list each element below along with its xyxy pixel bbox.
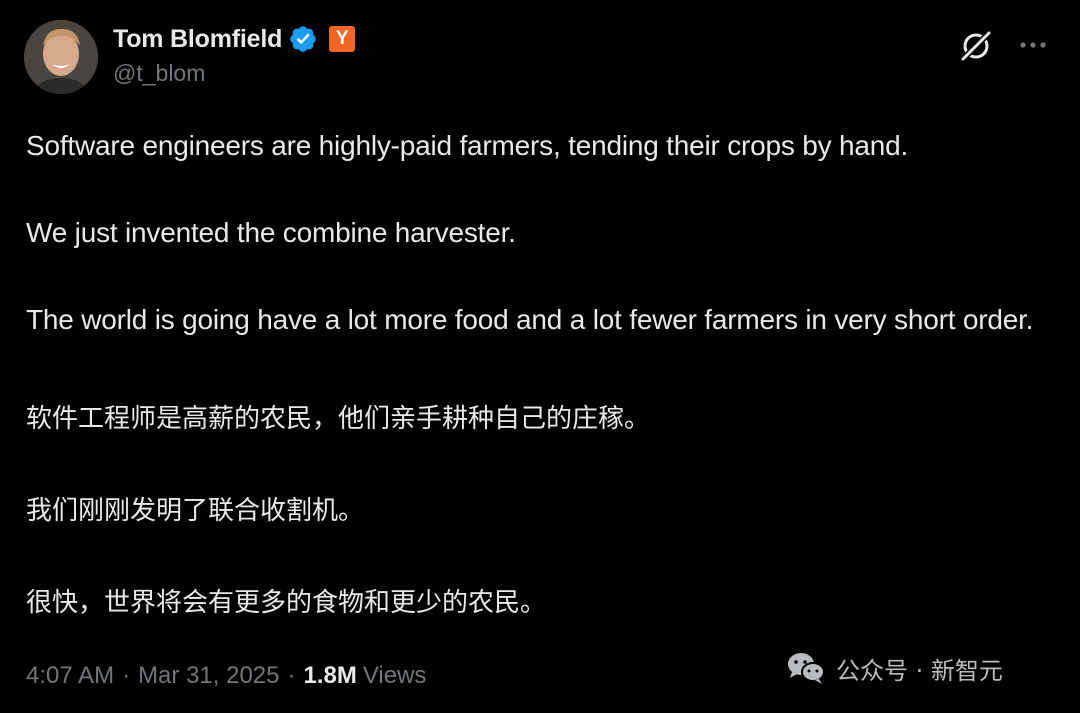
views-label: Views: [362, 662, 427, 689]
tweet-text: Software engineers are highly-paid farme…: [26, 124, 1066, 342]
avatar[interactable]: [24, 20, 98, 94]
tweet-card: Tom Blomfield Y @t_blom Software enginee…: [0, 0, 1080, 713]
wechat-watermark: 公众号 · 新智元: [786, 650, 1003, 686]
views-count[interactable]: 1.8M: [303, 662, 356, 690]
username-handle[interactable]: @t_blom: [113, 60, 205, 87]
translation-paragraph: 我们刚刚发明了联合收割机。: [26, 496, 365, 526]
tweet-paragraph: The world is going have a lot more food …: [26, 304, 1034, 335]
post-time[interactable]: 4:07 AM: [26, 662, 114, 690]
avatar-image: [24, 20, 98, 94]
meta-separator: ·: [122, 662, 131, 689]
translation-paragraph: 软件工程师是高薪的农民，他们亲手耕种自己的庄稼。: [26, 404, 651, 434]
watermark-text: 公众号 · 新智元: [836, 656, 1003, 685]
tweet-translation: 软件工程师是高薪的农民，他们亲手耕种自己的庄稼。 我们刚刚发明了联合收割机。 很…: [26, 396, 1066, 626]
grok-icon[interactable]: [958, 28, 994, 64]
tweet-metadata: 4:07 AM · Mar 31, 2025 · 1.8M Views: [26, 662, 426, 690]
more-options-icon[interactable]: [1016, 30, 1050, 60]
translation-paragraph: 很快，世界将会有更多的食物和更少的农民。: [26, 588, 547, 618]
post-date[interactable]: Mar 31, 2025: [138, 662, 279, 690]
tweet-paragraph: We just invented the combine harvester.: [26, 217, 516, 248]
wechat-icon: [788, 653, 825, 684]
y-combinator-badge[interactable]: Y: [329, 26, 356, 52]
author-name-row: Tom Blomfield Y: [113, 22, 356, 56]
verified-badge-icon: [290, 26, 316, 52]
tweet-paragraph: Software engineers are highly-paid farme…: [26, 130, 909, 161]
meta-separator: ·: [287, 662, 296, 689]
display-name[interactable]: Tom Blomfield: [113, 25, 282, 54]
